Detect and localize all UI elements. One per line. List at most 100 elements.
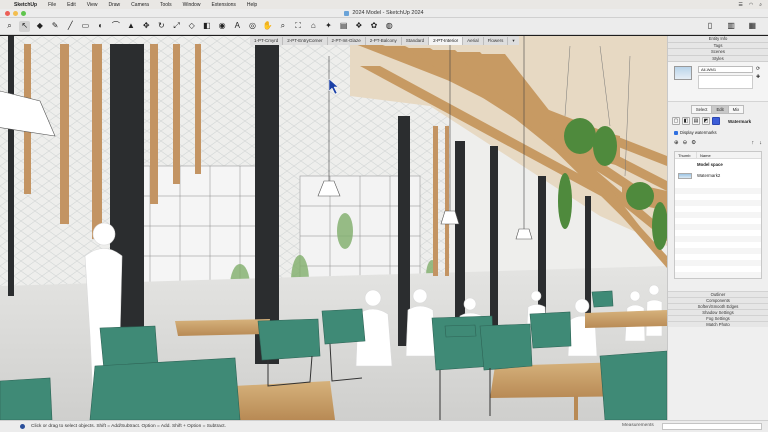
menu-help[interactable]: Help — [247, 2, 257, 8]
eraser-tool-icon[interactable]: ◧ — [201, 21, 212, 32]
tray-collapsed-sections: Outliner Components Soften/Smooth Edges Sha… — [668, 291, 768, 327]
tab-edit[interactable]: Edit — [711, 105, 729, 114]
menu-file[interactable]: File — [48, 2, 56, 8]
menu-camera[interactable]: Camera — [131, 2, 149, 8]
control-center-icon[interactable]: ☰ — [738, 2, 742, 8]
rotate-tool-icon[interactable]: ↻ — [156, 21, 167, 32]
status-icons — [0, 424, 25, 429]
edit-watermark-icon[interactable]: ⚙ — [691, 140, 696, 146]
model-viewport[interactable] — [0, 36, 667, 420]
zoom-window-button[interactable] — [21, 11, 26, 16]
scene-tab-2-pt-balcony[interactable]: 2-PT-Balcony — [365, 36, 402, 45]
style-description-field[interactable] — [698, 75, 753, 89]
tray-icon[interactable]: ▦ — [747, 21, 758, 32]
style-name-field[interactable]: All-WM1 — [698, 66, 753, 73]
search-icon[interactable]: ⌕ — [4, 21, 15, 32]
watermark-settings-icon[interactable] — [712, 117, 720, 125]
update-style-icon[interactable]: ⟳ — [756, 66, 760, 72]
display-watermarks-checkbox[interactable]: Display watermarks — [668, 128, 768, 137]
spotlight-icon[interactable]: ⌕ — [759, 2, 762, 8]
select-tool-icon[interactable]: ↖ — [19, 20, 31, 32]
move-up-icon[interactable]: ↑ — [752, 140, 755, 146]
panels-icon[interactable]: ▥ — [726, 21, 737, 32]
menu-sketchup[interactable]: SketchUp — [14, 2, 37, 8]
background-settings-icon[interactable]: ▤ — [692, 117, 700, 125]
remove-watermark-icon[interactable]: ⊖ — [683, 140, 688, 146]
window-title-bar: 2024 Model - SketchUp 2024 — [0, 9, 768, 18]
new-doc-icon[interactable]: ▯ — [704, 21, 715, 32]
watermark-heading: Watermark — [728, 118, 752, 124]
text-tool-icon[interactable]: A — [232, 21, 243, 32]
menu-extensions[interactable]: Extensions — [211, 2, 235, 8]
pan-tool-icon[interactable]: ✋ — [262, 21, 273, 32]
circle-tool-icon[interactable]: ◐ — [95, 21, 106, 32]
scene-tab-aerial[interactable]: Aerial — [463, 36, 484, 45]
scene-tab-standard[interactable]: Standard — [401, 36, 430, 45]
move-down-icon[interactable]: ↓ — [759, 140, 762, 146]
move-tool-icon[interactable]: ✥ — [141, 21, 152, 32]
modeling-settings-icon[interactable]: ◩ — [702, 117, 710, 125]
offset-tool-icon[interactable]: ◇ — [186, 21, 197, 32]
list-item-label: Watermark2 — [697, 173, 721, 178]
menu-edit[interactable]: Edit — [67, 2, 76, 8]
list-item-label: Model space — [697, 162, 723, 167]
zoom-tool-icon[interactable]: ⌕ — [277, 21, 288, 32]
scene-tab-2-pt-int-glaze[interactable]: 2-PT-Int-Glaze — [327, 36, 366, 45]
scene-tabs-more-icon[interactable]: ▾ — [508, 36, 519, 45]
window-controls — [5, 11, 26, 16]
tab-select[interactable]: Select — [690, 105, 713, 114]
scene-tab-2-pt-interior[interactable]: 2-PT-Interior — [429, 36, 464, 45]
measurements-label: Measurements — [622, 423, 654, 428]
geo-location-icon[interactable] — [20, 424, 25, 429]
window-title-text: 2024 Model - SketchUp 2024 — [352, 10, 424, 16]
warehouse-icon[interactable]: ⌂ — [308, 21, 319, 32]
style-thumbnail — [674, 66, 692, 80]
display-watermarks-label: Display watermarks — [680, 130, 717, 135]
paint-tool-icon[interactable]: ◉ — [217, 21, 228, 32]
tape-tool-icon[interactable]: ◆ — [34, 21, 45, 32]
tray-section-match-photo[interactable]: Match Photo — [668, 321, 768, 327]
menu-draw[interactable]: Draw — [109, 2, 121, 8]
edit-category-row: ▢ ◧ ▤ ◩ Watermark — [668, 114, 768, 128]
scene-tab-1-pt-cmyrd[interactable]: 1-PT-Cmyrd — [250, 36, 284, 45]
arc-tool-icon[interactable]: ⌒ — [110, 21, 121, 32]
scenes-icon[interactable]: ❖ — [353, 21, 364, 32]
column-name[interactable]: Name — [697, 152, 711, 158]
pencil-tool-icon[interactable]: ✎ — [50, 21, 61, 32]
menu-view[interactable]: View — [87, 2, 98, 8]
menu-window[interactable]: Window — [183, 2, 201, 8]
layout-icon[interactable]: ▤ — [338, 21, 349, 32]
line-tool-icon[interactable]: ╱ — [65, 21, 76, 32]
checkbox-checked-icon[interactable] — [674, 130, 678, 135]
scale-tool-icon[interactable]: ⤢ — [171, 21, 182, 32]
list-item-watermark2[interactable]: Watermark2 — [675, 170, 761, 181]
menubar-status: ☰ ◠ ⌕ — [738, 2, 768, 8]
zoom-extents-icon[interactable]: ⛶ — [293, 21, 304, 32]
extension-icon[interactable]: ✦ — [323, 21, 334, 32]
vr-icon[interactable]: ◍ — [384, 21, 395, 32]
status-hint: Click or drag to select objects. Shift =… — [31, 424, 226, 429]
face-settings-icon[interactable]: ◧ — [682, 117, 690, 125]
model-render[interactable] — [0, 36, 667, 420]
close-window-button[interactable] — [5, 11, 10, 16]
wifi-icon[interactable]: ◠ — [749, 2, 753, 8]
list-item-model-space[interactable]: Model space — [675, 159, 761, 170]
orbit-tool-icon[interactable]: ◎ — [247, 21, 258, 32]
measurements-input[interactable] — [662, 423, 762, 430]
minimize-window-button[interactable] — [13, 11, 18, 16]
menu-tools[interactable]: Tools — [160, 2, 172, 8]
window-title: 2024 Model - SketchUp 2024 — [344, 10, 424, 16]
watermark-list-header: Thumb Name — [675, 152, 761, 159]
scene-tab-flowers[interactable]: Flowers — [483, 36, 509, 45]
edge-settings-icon[interactable]: ▢ — [672, 117, 680, 125]
create-style-icon[interactable]: ✚ — [756, 74, 760, 80]
scene-tab-2-pt-entrycorner[interactable]: 2-PT-EntryCorner — [283, 36, 328, 45]
watermark-thumbnail — [678, 172, 692, 179]
tab-mix[interactable]: Mix — [727, 105, 745, 114]
column-thumb[interactable]: Thumb — [675, 152, 697, 158]
style-actions: ⟳ ✚ — [756, 66, 760, 80]
rectangle-tool-icon[interactable]: ▭ — [80, 21, 91, 32]
styles-icon[interactable]: ✿ — [369, 21, 380, 32]
push-pull-tool-icon[interactable]: ▲ — [126, 21, 137, 32]
add-watermark-icon[interactable]: ⊕ — [674, 140, 679, 146]
